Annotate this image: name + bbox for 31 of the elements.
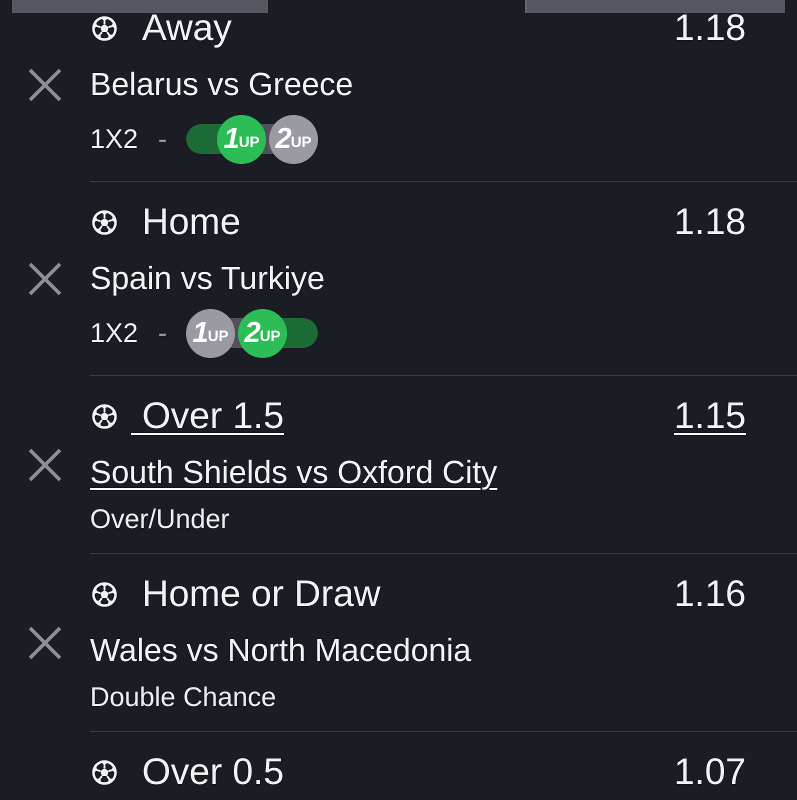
market-type: Double Chance: [90, 681, 276, 714]
boost-option-button[interactable]: 2UP: [269, 114, 318, 164]
odds-value: 1.18: [674, 9, 746, 47]
close-icon[interactable]: [28, 626, 62, 660]
odds-value: 1.16: [674, 575, 746, 613]
odds-value: 1.18: [674, 203, 746, 241]
close-icon[interactable]: [28, 448, 62, 482]
bet-selection: Over 0.5: [141, 753, 284, 791]
close-icon[interactable]: [28, 68, 62, 102]
bet-selection: Away: [141, 9, 232, 47]
close-icon[interactable]: [28, 262, 62, 296]
soccer-ball-icon: [92, 760, 117, 784]
market-type: 1X2: [90, 123, 138, 156]
bet-selection: Home: [141, 203, 241, 241]
soccer-ball-icon: [92, 16, 117, 40]
match-name: South Shields vs Oxford City: [90, 453, 498, 492]
soccer-ball-icon: [92, 210, 117, 234]
soccer-ball-icon: [92, 404, 117, 428]
boost-option-button[interactable]: 1UP: [186, 308, 236, 358]
match-name: Spain vs Turkiye: [90, 259, 325, 298]
boost-option-button[interactable]: 2UP: [238, 308, 288, 358]
market-type: 1X2: [90, 317, 138, 350]
market-type: Over/Under: [90, 503, 230, 536]
separator: -: [158, 123, 168, 156]
separator: -: [158, 317, 168, 350]
odds-value: 1.07: [674, 753, 746, 791]
boost-option-button[interactable]: 1UP: [217, 114, 266, 164]
match-name: Wales vs North Macedonia: [90, 631, 472, 670]
soccer-ball-icon: [92, 582, 117, 606]
match-name: Belarus vs Greece: [90, 65, 354, 104]
bet-selection: Home or Draw: [141, 575, 380, 613]
